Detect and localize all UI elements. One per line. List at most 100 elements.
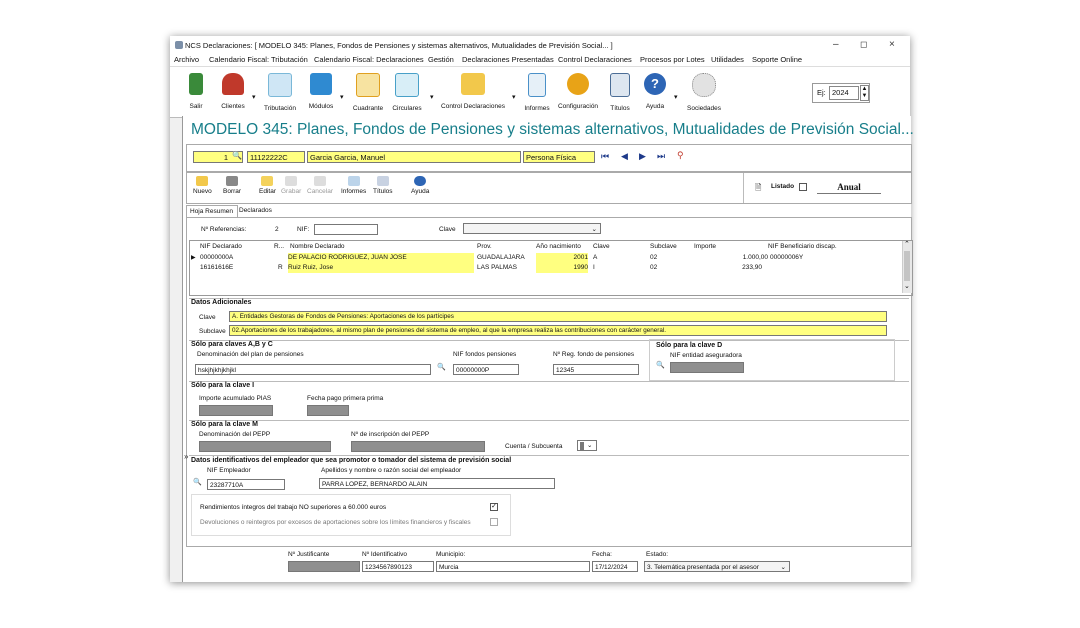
scroll-down-icon[interactable]: ⌄ — [904, 282, 910, 290]
year-spinner[interactable]: ▲ ▼ — [860, 85, 869, 101]
titulos-button[interactable]: Títulos — [373, 176, 393, 195]
dropdown-arrow-icon[interactable]: ▾ — [340, 93, 344, 101]
empleador-name-input[interactable]: PARRA LOPEZ, BERNARDO ALAIN — [319, 478, 555, 489]
previous-record-icon[interactable]: ◀ — [621, 151, 628, 162]
plan-input[interactable]: hskjhjkhjkhjkl — [195, 364, 431, 375]
first-record-icon[interactable]: ⏮ — [601, 151, 609, 162]
clave-value[interactable]: A. Entidades Gestoras de Fondos de Pensi… — [229, 311, 887, 322]
delete-icon — [226, 176, 239, 186]
toolbar-tributacion-button[interactable]: Tributación — [260, 73, 300, 115]
fecha-input[interactable]: 17/12/2024 — [592, 561, 638, 572]
toolbar-clientes-button[interactable]: Clientes ▾ — [218, 73, 256, 115]
toolbar-configuracion-button[interactable]: Configuración — [556, 73, 600, 115]
client-type-field[interactable]: Persona Física — [523, 151, 595, 163]
toolbar-modulos-button[interactable]: Módulos ▾ — [306, 73, 344, 115]
menu-archivo[interactable]: Archivo — [174, 55, 199, 64]
borrar-button[interactable]: Borrar — [223, 176, 241, 195]
menu-gestion[interactable]: Gestión — [428, 55, 454, 64]
search-icon[interactable]: 🔍 — [232, 151, 242, 160]
toolbar-salir-button[interactable]: Salir — [184, 73, 208, 115]
tax-icon — [268, 73, 292, 97]
informes-button[interactable]: Informes — [341, 176, 366, 195]
minimize-button[interactable]: – — [833, 39, 839, 50]
col-nif-declarado[interactable]: NIF Declarado — [200, 243, 242, 250]
municipio-input[interactable]: Murcia — [436, 561, 590, 572]
cell-nif: 00000000A — [200, 254, 234, 261]
rendimientos-checkbox[interactable]: ✓ — [490, 503, 498, 511]
toolbar-control-declaraciones-button[interactable]: Control Declaraciones ▾ — [438, 73, 516, 115]
menu-utilidades[interactable]: Utilidades — [711, 55, 744, 64]
search-icon[interactable]: 🔍 — [437, 363, 446, 371]
identificativo-input[interactable]: 1234567890123 — [362, 561, 434, 572]
col-r[interactable]: R... — [274, 243, 284, 250]
nif-fondos-input[interactable]: 00000000P — [453, 364, 519, 375]
menu-declaraciones-presentadas[interactable]: Declaraciones Presentadas — [462, 55, 554, 64]
menu-procesos-lotes[interactable]: Procesos por Lotes — [640, 55, 705, 64]
nif-filter-input[interactable] — [314, 224, 378, 235]
toolbar-ayuda-button[interactable]: ? Ayuda ▾ — [642, 73, 678, 115]
toolbar-titulos-button[interactable]: Títulos — [606, 73, 634, 115]
maximize-button[interactable]: ◻ — [860, 39, 867, 50]
table-row[interactable]: ▶ 00000000A DE PALACIO RODRIGUEZ, JUAN J… — [190, 253, 902, 263]
devoluciones-checkbox[interactable] — [490, 518, 498, 526]
person-search-icon[interactable]: ⚲ — [677, 150, 684, 161]
dropdown-arrow-icon[interactable]: ▾ — [512, 93, 516, 101]
scroll-up-icon[interactable]: ⌃ — [904, 240, 910, 248]
expand-sidebar-icon[interactable]: » — [184, 452, 188, 461]
chevron-down-icon: ⌄ — [591, 226, 597, 233]
nif-fondos-label: NIF fondos pensiones — [453, 351, 517, 358]
col-prov[interactable]: Prov. — [477, 243, 492, 250]
col-ano[interactable]: Año nacimiento — [536, 243, 581, 250]
dropdown-arrow-icon[interactable]: ▾ — [252, 93, 256, 101]
menu-calendario-tributacion[interactable]: Calendario Fiscal: Tributación — [209, 55, 308, 64]
col-nif-beneficiario[interactable]: NIF Beneficiario discap. — [768, 243, 837, 250]
cell-clave: I — [593, 264, 595, 271]
toolbar-sociedades-button[interactable]: Sociedades — [684, 73, 724, 115]
dropdown-arrow-icon[interactable]: ▾ — [674, 93, 678, 101]
fecha-prima-input[interactable] — [307, 405, 349, 416]
tab-declarados[interactable]: Declarados — [236, 205, 282, 217]
table-scrollbar[interactable]: ⌃ ⌄ — [902, 241, 912, 293]
pepp-input[interactable] — [199, 441, 331, 452]
justificante-input[interactable] — [288, 561, 360, 572]
clave-filter-select[interactable]: ⌄ — [463, 223, 601, 234]
reg-fondo-input[interactable]: 12345 — [553, 364, 639, 375]
search-icon[interactable]: 🔍 — [193, 478, 202, 486]
menu-calendario-declaraciones[interactable]: Calendario Fiscal: Declaraciones — [314, 55, 424, 64]
scroll-thumb[interactable] — [904, 251, 910, 281]
nuevo-button[interactable]: Nuevo — [193, 176, 212, 195]
col-importe[interactable]: Importe — [694, 243, 716, 250]
year-input[interactable]: 2024 — [829, 86, 859, 100]
client-nif-field[interactable]: 11122222C — [247, 151, 305, 163]
ayuda-button[interactable]: Ayuda — [411, 176, 429, 195]
last-record-icon[interactable]: ⏭ — [657, 151, 665, 162]
close-button[interactable]: × — [889, 39, 895, 50]
col-subclave[interactable]: Subclave — [650, 243, 677, 250]
nif-empleador-input[interactable]: 23287710A — [207, 479, 285, 490]
toolbar-circulares-button[interactable]: Circulares ▾ — [390, 73, 434, 115]
search-icon[interactable]: 🔍 — [656, 361, 665, 369]
exit-icon — [189, 73, 203, 95]
dropdown-arrow-icon[interactable]: ▾ — [430, 93, 434, 101]
toolbar-cuadrante-button[interactable]: Cuadrante — [350, 73, 386, 115]
inscripcion-pepp-input[interactable] — [351, 441, 485, 452]
nif-aseguradora-input[interactable] — [670, 362, 744, 373]
subclave-value[interactable]: 02.Aportaciones de los trabajadores, al … — [229, 325, 887, 336]
col-nombre[interactable]: Nombre Declarado — [290, 243, 345, 250]
col-clave[interactable]: Clave — [593, 243, 610, 250]
table-row[interactable]: 16161616E R Ruiz Ruiz, Jose LAS PALMAS 1… — [190, 263, 902, 273]
grabar-button[interactable]: Grabar — [281, 176, 301, 195]
grid-icon — [356, 73, 380, 97]
menu-control-declaraciones[interactable]: Control Declaraciones — [558, 55, 632, 64]
period-field[interactable]: Anual — [817, 182, 881, 194]
next-record-icon[interactable]: ▶ — [639, 151, 646, 162]
cuenta-select[interactable]: ⌄ — [577, 440, 597, 451]
cancelar-button[interactable]: Cancelar — [307, 176, 333, 195]
estado-select[interactable]: 3. Telemática presentada por el asesor ⌄ — [644, 561, 790, 572]
toolbar-informes-button[interactable]: Informes — [522, 73, 552, 115]
importe-pias-input[interactable] — [199, 405, 273, 416]
menu-soporte-online[interactable]: Soporte Online — [752, 55, 802, 64]
listado-checkbox[interactable] — [799, 183, 807, 191]
editar-button[interactable]: Editar — [259, 176, 276, 195]
client-name-field[interactable]: Garcia Garcia, Manuel — [307, 151, 521, 163]
